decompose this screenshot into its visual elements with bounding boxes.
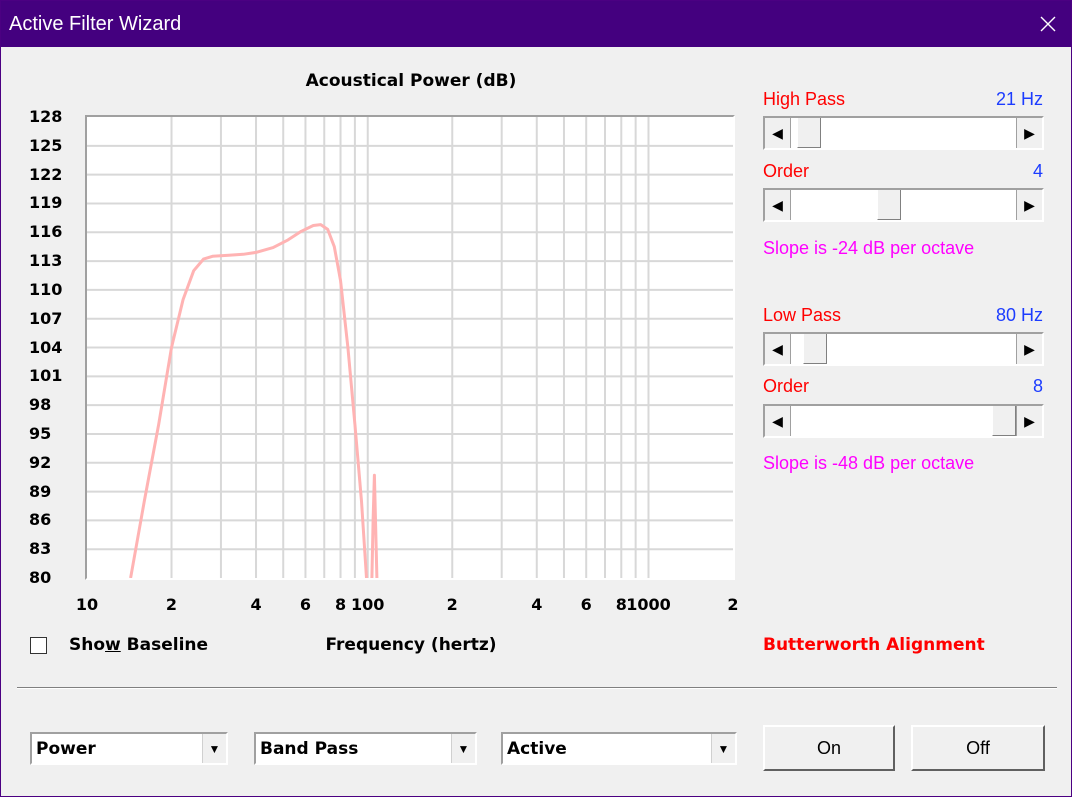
high-pass-slope-text: Slope is -24 dB per octave — [763, 238, 975, 258]
response-curve-segment-1 — [129, 223, 368, 578]
arrow-right-icon[interactable]: ▶ — [1016, 334, 1042, 364]
close-button[interactable] — [1025, 1, 1071, 47]
filter-kind-select[interactable]: Active ▼ — [501, 732, 737, 765]
low-pass-label: Low Pass — [763, 305, 842, 325]
y-tick-label: 89 — [29, 481, 52, 501]
x-tick-label: 100 — [351, 595, 385, 614]
show-baseline-label-part: Sho — [69, 635, 106, 655]
arrow-right-icon[interactable]: ▶ — [1016, 406, 1042, 436]
arrow-right-icon[interactable]: ▶ — [1016, 118, 1042, 148]
x-tick-label: 4 — [531, 595, 543, 614]
low-pass-scrollbar[interactable]: ◀ ▶ — [763, 332, 1044, 366]
high-pass-order-value: 4 — [1032, 161, 1043, 181]
y-tick-label: 92 — [29, 452, 52, 472]
y-tick-label: 122 — [29, 164, 63, 184]
mode-select[interactable]: Power ▼ — [30, 732, 228, 765]
low-pass-order-scrollbar[interactable]: ◀ ▶ — [763, 404, 1044, 438]
y-tick-label: 125 — [29, 135, 63, 155]
low-pass-order-value: 8 — [1032, 376, 1043, 396]
arrow-left-icon[interactable]: ◀ — [765, 118, 791, 148]
y-tick-label: 101 — [29, 366, 63, 386]
arrow-left-icon[interactable]: ◀ — [765, 190, 791, 220]
filter-type-select-value: Band Pass — [260, 739, 359, 759]
separator — [17, 687, 1057, 689]
low-pass-value: 80 Hz — [995, 305, 1043, 325]
x-tick-label: 2 — [727, 595, 739, 614]
x-tick-label: 1000 — [626, 595, 671, 614]
high-pass-order-label: Order — [763, 161, 810, 181]
x-tick-label: 6 — [580, 595, 592, 614]
filter-type-select[interactable]: Band Pass ▼ — [254, 732, 477, 765]
x-tick-label: 2 — [446, 595, 458, 614]
y-tick-label: 128 — [29, 107, 63, 126]
on-button[interactable]: On — [763, 725, 895, 771]
filter-kind-select-value: Active — [507, 739, 567, 759]
y-tick-label: 104 — [29, 337, 63, 357]
y-tick-label: 119 — [29, 193, 63, 213]
high-pass-value: 21 Hz — [995, 89, 1043, 109]
high-pass-order-scrollbar[interactable]: ◀ ▶ — [763, 188, 1044, 222]
y-tick-label: 83 — [29, 539, 52, 559]
y-tick-label: 107 — [29, 308, 63, 328]
y-tick-label: 86 — [29, 510, 52, 530]
x-tick-label: 4 — [250, 595, 262, 614]
chart-title: Acoustical Power (dB) — [305, 71, 517, 91]
active-filter-wizard-window: Active Filter Wizard Acoustical Power (d… — [0, 0, 1072, 797]
chevron-down-icon[interactable]: ▼ — [451, 734, 475, 763]
high-pass-scrollbar[interactable]: ◀ ▶ — [763, 116, 1044, 150]
y-tick-label: 116 — [29, 222, 63, 242]
arrow-left-icon[interactable]: ◀ — [765, 334, 791, 364]
y-tick-label: 110 — [29, 279, 63, 299]
show-baseline-checkbox[interactable] — [30, 637, 47, 654]
off-button[interactable]: Off — [911, 725, 1045, 771]
low-pass-slope-text: Slope is -48 dB per octave — [763, 453, 975, 473]
chevron-down-icon[interactable]: ▼ — [711, 734, 735, 763]
high-pass-thumb[interactable] — [797, 118, 822, 148]
arrow-left-icon[interactable]: ◀ — [765, 406, 791, 436]
show-baseline-label-part: Baseline — [120, 635, 209, 655]
window-title: Active Filter Wizard — [9, 13, 182, 35]
arrow-right-icon[interactable]: ▶ — [1016, 190, 1042, 220]
mode-select-value: Power — [36, 739, 96, 759]
high-pass-order-thumb[interactable] — [877, 190, 902, 220]
x-tick-label: 2 — [165, 595, 178, 614]
chevron-down-icon[interactable]: ▼ — [202, 734, 226, 763]
x-tick-label: 8 — [615, 595, 627, 614]
alignment-label: Butterworth Alignment — [763, 635, 985, 655]
y-tick-label: 80 — [29, 568, 52, 587]
close-icon — [1040, 16, 1056, 32]
response-plot — [85, 115, 735, 580]
y-tick-label: 95 — [29, 423, 52, 443]
show-baseline-mnemonic: w — [105, 635, 121, 655]
x-axis-label: Frequency (hertz) — [325, 635, 497, 655]
x-tick-label: 10 — [75, 595, 99, 614]
plot-svg — [87, 117, 733, 578]
show-baseline-label[interactable]: Show Baseline — [69, 635, 208, 655]
high-pass-label: High Pass — [763, 89, 846, 109]
low-pass-order-thumb[interactable] — [992, 406, 1016, 436]
title-bar: Active Filter Wizard — [1, 1, 1071, 47]
low-pass-thumb[interactable] — [803, 334, 828, 364]
y-tick-label: 98 — [29, 395, 52, 415]
x-tick-label: 8 — [334, 595, 347, 614]
y-tick-label: 113 — [29, 251, 63, 271]
low-pass-order-label: Order — [763, 376, 810, 396]
x-tick-label: 6 — [299, 595, 312, 614]
response-curve-segment-2 — [370, 473, 379, 578]
